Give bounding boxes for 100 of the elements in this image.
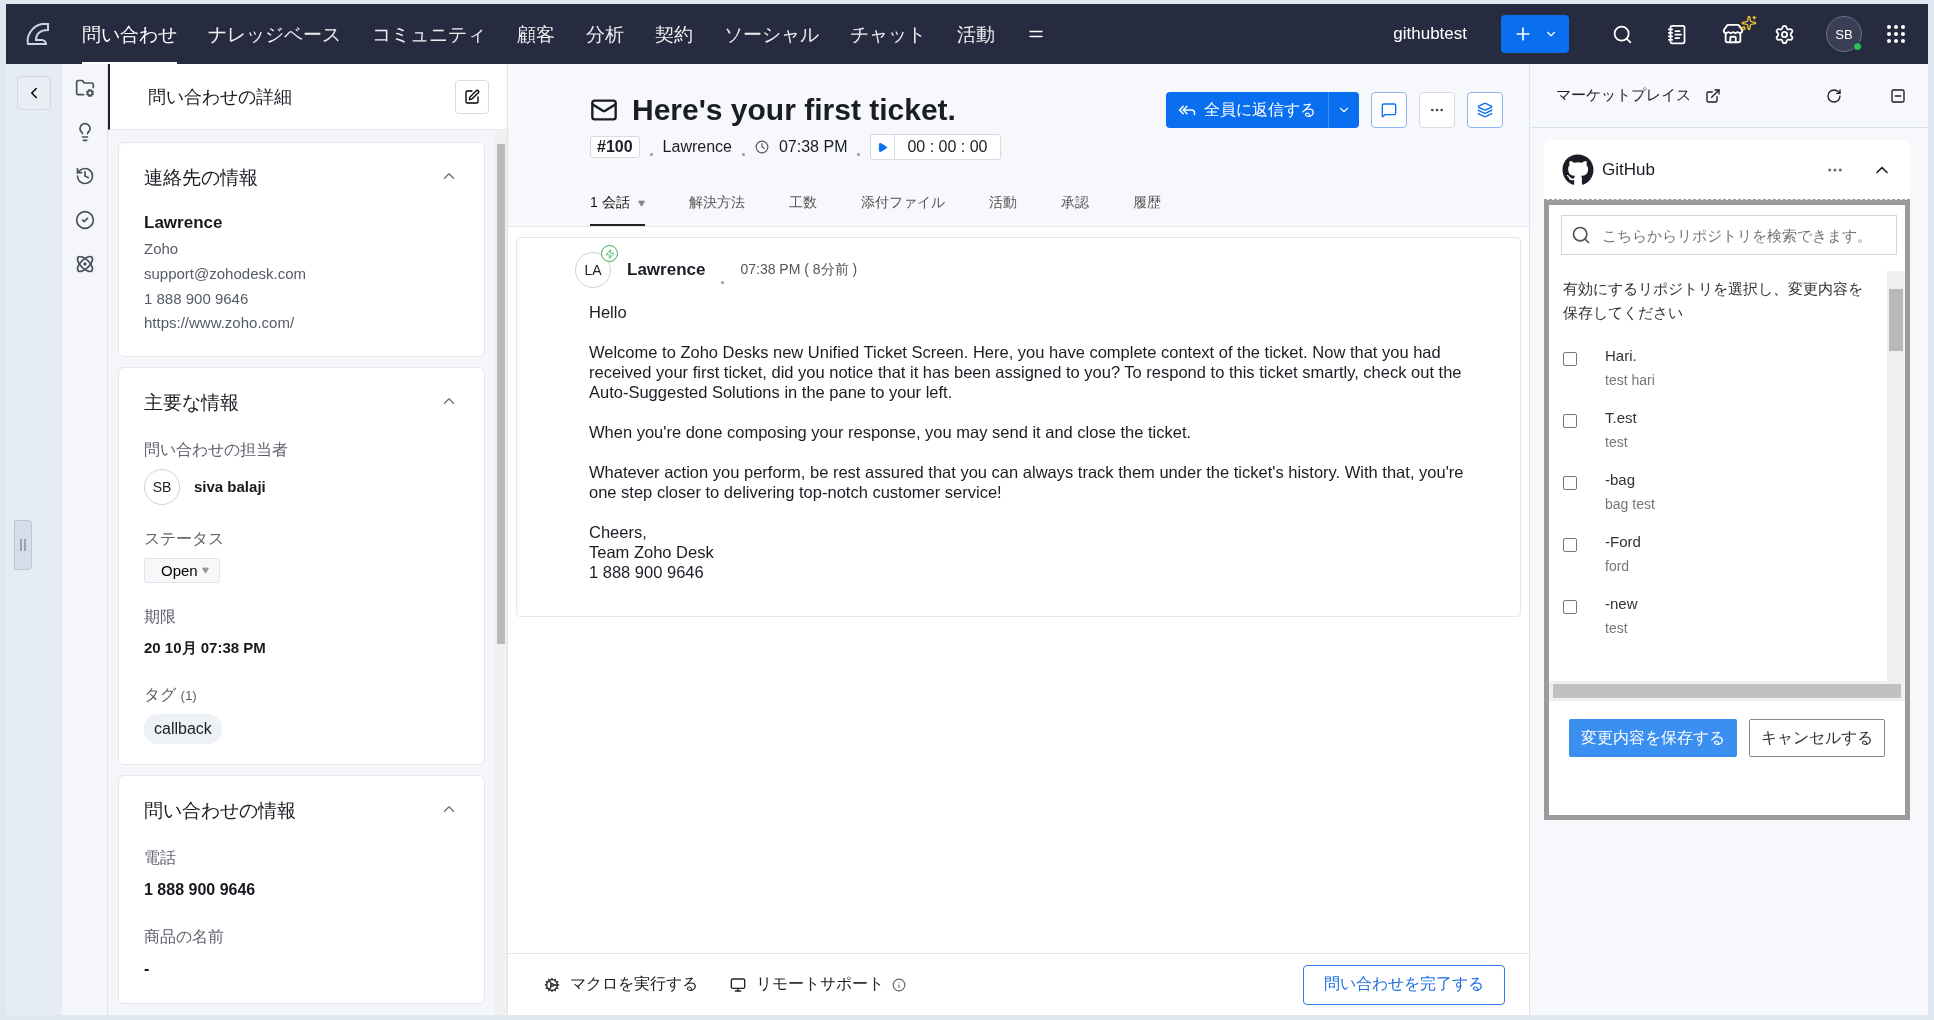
message-text: Cheers, xyxy=(589,522,648,542)
repo-description: ford xyxy=(1605,558,1631,574)
nav-tab[interactable]: 顧客 xyxy=(517,4,555,64)
message-text: Whatever action you perform, be rest assured that you can always track them under the ticket's history. With that, you're one step closer to delivering top-notch customer service! xyxy=(589,463,1464,501)
panel-title: マーケットプレイス xyxy=(1556,86,1691,105)
search-icon[interactable] xyxy=(1612,23,1633,45)
field-label: 商品の名前 xyxy=(144,927,225,948)
notebook-icon[interactable] xyxy=(1667,23,1688,45)
contact-company: Zoho xyxy=(144,239,180,260)
nav-tab[interactable]: 契約 xyxy=(655,4,693,64)
comment-button[interactable] xyxy=(1371,92,1407,128)
contact-email: support@zohodesk.com xyxy=(144,263,307,284)
caret-icon xyxy=(637,199,645,207)
ticket-tab[interactable]: 添付ファイル xyxy=(860,194,945,226)
add-button[interactable] xyxy=(1501,15,1569,53)
history-icon[interactable] xyxy=(74,166,95,186)
scrollbar[interactable] xyxy=(495,130,507,1015)
repo-checkbox[interactable] xyxy=(1563,600,1577,614)
layers-icon xyxy=(1477,102,1493,118)
scrollbar[interactable] xyxy=(1887,271,1905,681)
ticket-tab[interactable]: 承認 xyxy=(1060,194,1089,226)
store-icon[interactable] xyxy=(1722,23,1744,45)
gear-icon xyxy=(544,976,560,993)
repo-name: T.est xyxy=(1605,409,1637,426)
ticket-tab[interactable]: 履歴 xyxy=(1132,194,1161,226)
layers-button[interactable] xyxy=(1467,92,1503,128)
remote-support-link[interactable]: リモートサポート xyxy=(730,974,884,995)
nav-tab[interactable]: ソーシャル xyxy=(724,4,819,64)
widget-title: GitHub xyxy=(1602,159,1656,180)
grip-icon xyxy=(20,539,26,551)
nav-tab[interactable]: 分析 xyxy=(586,4,624,64)
check-circle-icon[interactable] xyxy=(74,210,95,230)
ticket-tab[interactable]: 活動 xyxy=(988,194,1017,226)
repo-description: test xyxy=(1605,620,1629,636)
repo-checkbox[interactable] xyxy=(1563,538,1577,552)
ticket-tab[interactable]: 解決方法 xyxy=(688,194,745,226)
atom-icon[interactable] xyxy=(74,254,95,274)
ticket-contact[interactable]: Lawrence xyxy=(662,138,732,156)
repo-search-field[interactable]: こちらからリポジトリを検索できます。 xyxy=(1561,215,1897,255)
message-text: Welcome to Zoho Desks new Unified Ticket Screen. Here, you have complete context of the ticket. Now that you had received your first ticket, did you notice that it has been assigned to you? To respond to this ticket smartly, check out the Auto-Suggested Solutions in the pane to your left. xyxy=(589,343,1462,401)
field-label: 期限 xyxy=(144,607,177,628)
folder-gear-icon[interactable] xyxy=(74,78,95,98)
sparkles-icon xyxy=(1741,15,1757,31)
settings-icon[interactable] xyxy=(1774,23,1795,45)
repo-name: -bag xyxy=(1605,471,1637,488)
field-value: - xyxy=(144,959,151,980)
nav-tab[interactable]: チャット xyxy=(850,4,926,64)
panel-title: 問い合わせの詳細 xyxy=(148,85,293,109)
message-text: Hello xyxy=(589,303,627,321)
tag-chip[interactable]: callback xyxy=(144,713,222,744)
horizontal-scrollbar[interactable] xyxy=(1549,681,1905,701)
info-icon[interactable] xyxy=(892,977,906,992)
repo-description: test hari xyxy=(1605,372,1655,388)
section-title: 連絡先の情報 xyxy=(144,166,258,190)
contact-website: https://www.zoho.com/ xyxy=(144,313,296,334)
ticket-time: 07:38 PM xyxy=(778,138,848,156)
nav-tab[interactable]: 活動 xyxy=(957,4,995,64)
repo-checkbox[interactable] xyxy=(1563,476,1577,490)
edit-button[interactable] xyxy=(455,79,489,114)
nav-tab[interactable]: コミュニティ xyxy=(372,4,486,64)
collapse-handle[interactable] xyxy=(14,520,32,570)
close-ticket-button[interactable]: 問い合わせを完了する xyxy=(1303,964,1505,1005)
message-text: 1 888 900 9646 xyxy=(589,562,705,582)
timer[interactable]: 00 : 00 : 00 xyxy=(870,134,1001,160)
github-logo-icon xyxy=(1562,153,1594,186)
ticket-number: #100 xyxy=(590,136,640,158)
field-label: 電話 xyxy=(144,847,177,868)
repo-name: -Ford xyxy=(1605,533,1641,550)
minimize-icon[interactable] xyxy=(1890,87,1906,104)
message-text: When you're done composing your response, you may send it and close the ticket. xyxy=(589,423,1192,441)
contact-phone: 1 888 900 9646 xyxy=(144,288,250,309)
repo-checkbox[interactable] xyxy=(1563,352,1577,366)
repo-description: test xyxy=(1605,434,1629,450)
nav-tab[interactable]: ナレッジベース xyxy=(208,4,341,64)
ticket-title: Here's your first ticket. xyxy=(632,93,957,127)
field-value: 1 888 900 9646 xyxy=(144,879,257,900)
repo-checkbox[interactable] xyxy=(1563,414,1577,428)
message-time: 07:38 PM ( 8分前 ) xyxy=(740,261,858,279)
apps-grid-icon[interactable] xyxy=(1884,22,1908,46)
repo-name: Hari. xyxy=(1605,347,1638,364)
search-icon xyxy=(1571,225,1591,245)
caret-icon xyxy=(201,567,209,575)
field-label: タグ (1) xyxy=(144,684,198,705)
refresh-icon[interactable] xyxy=(1826,87,1842,104)
section-title: 主要な情報 xyxy=(144,391,239,416)
run-macro-link[interactable]: マクロを実行する xyxy=(544,974,698,995)
account-name: githubtest xyxy=(1393,24,1467,44)
instruction-text: 有効にするリポジトリを選択し、変更内容を保存してください xyxy=(1563,279,1863,323)
cancel-button[interactable]: キャンセルする xyxy=(1749,719,1885,757)
ticket-tab[interactable]: 工数 xyxy=(788,194,817,226)
play-icon[interactable] xyxy=(877,141,889,153)
status-dropdown[interactable]: Open xyxy=(144,558,220,584)
author-name: Lawrence xyxy=(627,260,706,280)
external-link-icon[interactable] xyxy=(1705,87,1721,104)
repo-description: bag test xyxy=(1605,496,1655,512)
comment-icon xyxy=(1381,102,1397,118)
reply-all-button[interactable]: 全員に返信する xyxy=(1166,92,1359,128)
due-date: 20 10月 07:38 PM xyxy=(144,638,267,659)
user-avatar[interactable]: SB xyxy=(1826,16,1862,52)
pencil-icon xyxy=(464,88,480,105)
